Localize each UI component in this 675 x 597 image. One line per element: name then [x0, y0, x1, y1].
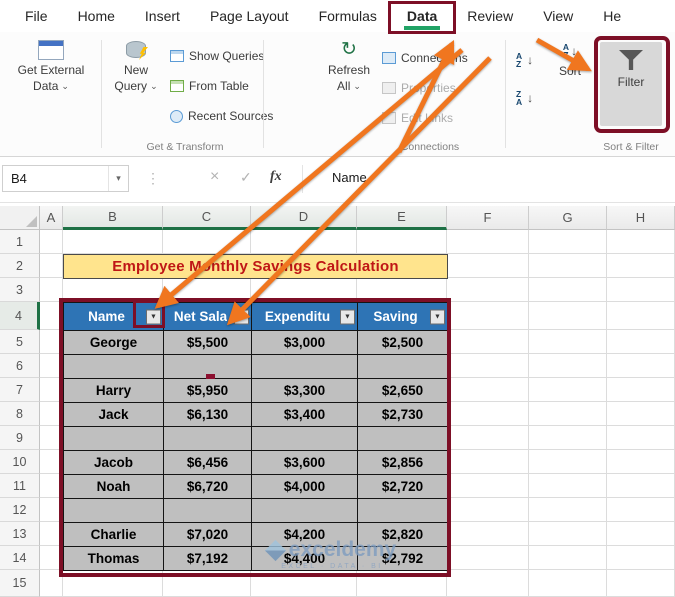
worksheet: ABCDEFGH 1 2 3 4 5 6 7 8 9 10 11 12 13 14 15 Employee … [0, 0, 675, 597]
row-header-10[interactable]: 10 [0, 450, 40, 474]
row-header-5[interactable]: 5 [0, 330, 40, 354]
row-headers: 1 2 3 4 5 6 7 8 9 10 11 12 13 14 15 [0, 230, 40, 597]
excel-window: File Home Insert Page Layout Formulas Da… [0, 0, 675, 597]
gridline-vertical [606, 230, 607, 597]
title-cell-b2[interactable]: Employee Monthly Savings Calculation [63, 254, 448, 279]
column-header-H[interactable]: H [607, 206, 675, 230]
column-header-B[interactable]: B [63, 206, 163, 230]
row-header-7[interactable]: 7 [0, 378, 40, 402]
tab-data[interactable]: Data [387, 0, 457, 34]
column-header-C[interactable]: C [163, 206, 251, 230]
row-header-1[interactable]: 1 [0, 230, 40, 254]
row-header-12[interactable]: 12 [0, 498, 40, 522]
select-all-corner[interactable] [0, 206, 40, 230]
annotation-box-filter [594, 36, 670, 133]
row-header-11[interactable]: 11 [0, 474, 40, 498]
row-header-15[interactable]: 15 [0, 570, 40, 597]
column-headers: ABCDEFGH [40, 206, 675, 230]
select-all-triangle-icon [26, 216, 37, 227]
column-header-G[interactable]: G [529, 206, 607, 230]
row-header-4[interactable]: 4 [0, 302, 40, 330]
row-header-3[interactable]: 3 [0, 278, 40, 302]
column-header-F[interactable]: F [447, 206, 529, 230]
row-header-14[interactable]: 14 [0, 546, 40, 570]
row-header-13[interactable]: 13 [0, 522, 40, 546]
row-header-8[interactable]: 8 [0, 402, 40, 426]
gridline-vertical [528, 230, 529, 597]
column-header-D[interactable]: D [251, 206, 357, 230]
row-header-9[interactable]: 9 [0, 426, 40, 450]
row-header-2[interactable]: 2 [0, 254, 40, 278]
annotation-box-name-dropdown [133, 300, 165, 328]
row-header-6[interactable]: 6 [0, 354, 40, 378]
column-header-E[interactable]: E [357, 206, 447, 230]
annotation-box-table [59, 298, 451, 577]
column-header-A[interactable]: A [40, 206, 63, 230]
annotation-box-data-tab [387, 1, 457, 34]
